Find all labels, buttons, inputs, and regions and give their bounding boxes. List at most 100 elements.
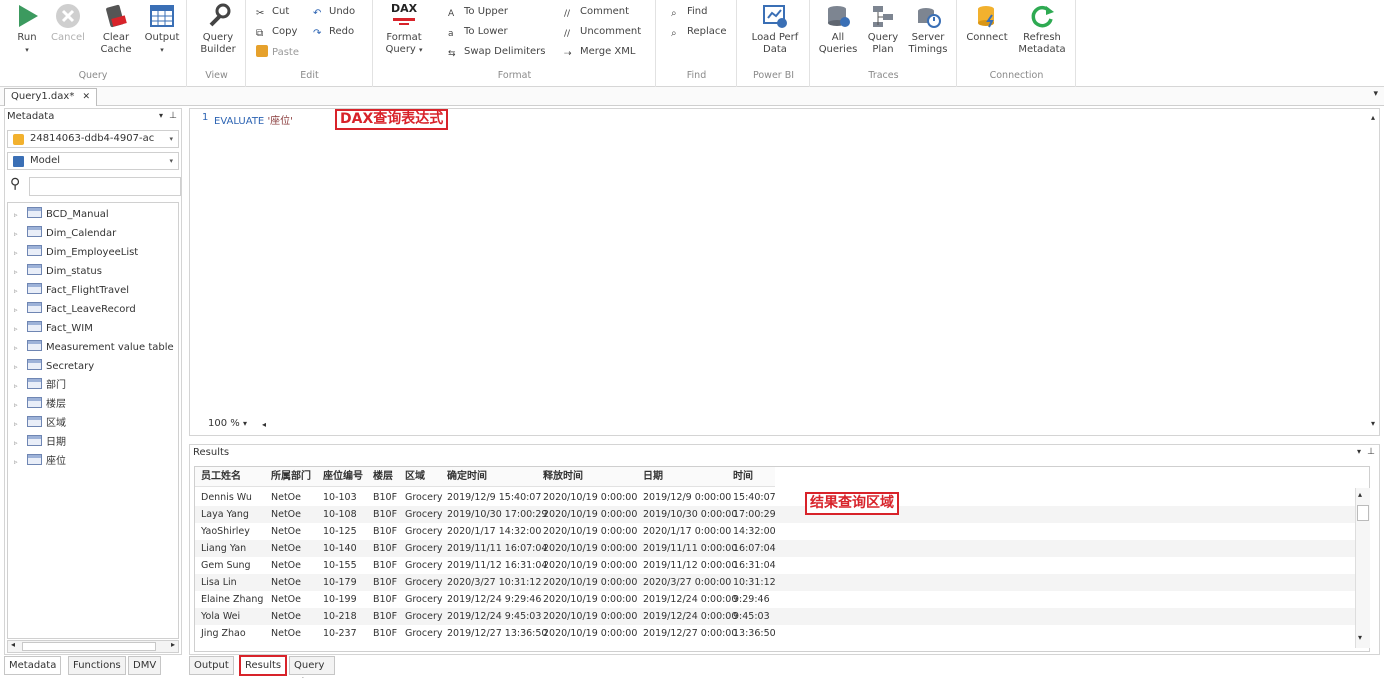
tab-query-history[interactable]: Query History <box>289 656 335 678</box>
server-timings-button[interactable]: Server Timings <box>905 3 951 56</box>
tree-item-table[interactable]: ▹ Fact_WIM <box>14 320 93 338</box>
expand-icon[interactable]: ▹ <box>14 396 24 414</box>
panel-dropdown-icon[interactable]: ▾ <box>159 111 163 120</box>
scroll-right-icon[interactable]: ▸ <box>171 640 175 649</box>
column-header[interactable]: 确定时间 <box>447 469 487 485</box>
output-button[interactable]: Output ▾ <box>140 3 184 56</box>
run-button[interactable]: Run ▾ <box>8 3 46 56</box>
merge-xml-button[interactable]: ⇢ Merge XML <box>564 45 635 59</box>
tab-dmv[interactable]: DMV <box>128 656 162 675</box>
model-select[interactable]: Model ▾ <box>7 152 179 170</box>
undo-button[interactable]: ↶ Undo <box>313 5 355 19</box>
expand-icon[interactable]: ▹ <box>14 244 24 262</box>
tab-query1[interactable]: Query1.dax* ✕ <box>4 88 98 106</box>
scroll-left-icon[interactable]: ◂ <box>11 640 15 649</box>
tree-item-table[interactable]: ▹ 区域 <box>14 415 66 433</box>
column-header[interactable]: 座位编号 <box>323 469 363 485</box>
expand-icon[interactable]: ▹ <box>14 320 24 338</box>
expand-icon[interactable]: ▹ <box>14 377 24 395</box>
expand-icon[interactable]: ▹ <box>14 358 24 376</box>
expand-icon[interactable]: ▹ <box>14 206 24 224</box>
expand-icon[interactable]: ▹ <box>14 225 24 243</box>
tree-item-table[interactable]: ▹ 日期 <box>14 434 66 452</box>
tree-item-table[interactable]: ▹ Secretary <box>14 358 94 376</box>
table-row[interactable]: Lisa Lin NetOe 10-179 B10F Grocery 2020/3/27 … <box>195 574 1355 591</box>
table-row[interactable]: Laya Yang NetOe 10-108 B10F Grocery 2019/10/3… <box>195 506 1355 523</box>
tab-functions[interactable]: Functions <box>68 656 126 675</box>
cut-button[interactable]: ✂ Cut <box>256 5 289 19</box>
vertical-scrollbar[interactable]: ▴ ▾ <box>1355 488 1370 648</box>
tree-item-table[interactable]: ▹ 座位 <box>14 453 66 471</box>
scroll-up-icon[interactable]: ▴ <box>1371 113 1375 122</box>
tab-output[interactable]: Output <box>189 656 234 675</box>
tab-list-dropdown-icon[interactable]: ▾ <box>1373 89 1378 99</box>
column-header[interactable]: 楼层 <box>373 469 393 485</box>
column-header[interactable]: 所属部门 <box>271 469 311 485</box>
column-header[interactable]: 员工姓名 <box>201 469 241 485</box>
tab-metadata[interactable]: Metadata <box>4 656 62 675</box>
tree-item-table[interactable]: ▹ Dim_EmployeeList <box>14 244 138 262</box>
cancel-button[interactable]: Cancel <box>48 3 88 44</box>
paste-button[interactable]: Paste <box>256 45 299 59</box>
table-row[interactable]: Dennis Wu NetOe 10-103 B10F Grocery 2019/12/9… <box>195 489 1355 506</box>
expand-icon[interactable]: ▹ <box>14 434 24 452</box>
load-perf-data-button[interactable]: Load Perf Data <box>748 3 802 56</box>
database-select[interactable]: 24814063-ddb4-4907-ac ▾ <box>7 130 179 148</box>
scroll-left-icon[interactable]: ◂ <box>262 420 266 429</box>
query-plan-button[interactable]: Query Plan <box>861 3 905 56</box>
format-query-button[interactable]: DAX Format Query ▾ <box>382 3 426 56</box>
table-row[interactable]: Liang Yan NetOe 10-140 B10F Grocery 2019/11/1… <box>195 540 1355 557</box>
horizontal-scrollbar[interactable]: ◂ ▸ <box>7 640 179 653</box>
expand-icon[interactable]: ▹ <box>14 415 24 433</box>
connect-button[interactable]: Connect <box>964 3 1010 44</box>
table-row[interactable]: Jing Zhao NetOe 10-237 B10F Grocery 2019/12/2… <box>195 625 1355 642</box>
column-header[interactable]: 区域 <box>405 469 425 485</box>
replace-button[interactable]: ⌕ Replace <box>671 25 727 39</box>
to-lower-button[interactable]: a To Lower <box>448 25 508 39</box>
close-icon[interactable]: ✕ <box>83 92 91 102</box>
table-row[interactable]: Gem Sung NetOe 10-155 B10F Grocery 2019/11/12… <box>195 557 1355 574</box>
scroll-down-icon[interactable]: ▾ <box>1371 419 1375 428</box>
tree-item-table[interactable]: ▹ 部门 <box>14 377 66 395</box>
tree-item-table[interactable]: ▹ Fact_FlightTravel <box>14 282 129 300</box>
zoom-indicator[interactable]: 100 % ▾ <box>208 418 247 429</box>
column-header[interactable]: 日期 <box>643 469 663 485</box>
table-row[interactable]: Elaine Zhang NetOe 10-199 B10F Grocery 2019/1… <box>195 591 1355 608</box>
to-upper-button[interactable]: A To Upper <box>448 5 508 19</box>
uncomment-button[interactable]: // Uncomment <box>564 25 641 39</box>
zoom-dropdown-icon[interactable]: ▾ <box>243 419 247 428</box>
panel-dropdown-icon[interactable]: ▾ <box>1357 447 1361 456</box>
all-queries-button[interactable]: All Queries <box>815 3 861 56</box>
column-header[interactable]: 释放时间 <box>543 469 583 485</box>
refresh-metadata-button[interactable]: Refresh Metadata <box>1016 3 1068 56</box>
column-header[interactable]: 时间 <box>733 469 753 485</box>
tree-item-table[interactable]: ▹ 楼层 <box>14 396 66 414</box>
query-builder-button[interactable]: Query Builder <box>196 3 240 56</box>
comment-button[interactable]: // Comment <box>564 5 629 19</box>
scrollbar-thumb[interactable] <box>22 642 156 651</box>
clear-cache-button[interactable]: Clear Cache <box>96 3 136 56</box>
expand-icon[interactable]: ▹ <box>14 263 24 281</box>
tree-item-table[interactable]: ▹ BCD_Manual <box>14 206 109 224</box>
tab-results[interactable]: Results <box>239 655 288 676</box>
expand-icon[interactable]: ▹ <box>14 282 24 300</box>
scroll-up-icon[interactable]: ▴ <box>1358 490 1362 499</box>
tree-item-table[interactable]: ▹ Dim_status <box>14 263 102 281</box>
expand-icon[interactable]: ▹ <box>14 339 24 357</box>
expand-icon[interactable]: ▹ <box>14 453 24 471</box>
expand-icon[interactable]: ▹ <box>14 301 24 319</box>
swap-delimiters-button[interactable]: ⇆ Swap Delimiters <box>448 45 546 59</box>
tree-item-table[interactable]: ▹ Dim_Calendar <box>14 225 116 243</box>
pin-icon[interactable]: ⊥ <box>1367 447 1375 457</box>
find-button[interactable]: ⌕ Find <box>671 5 708 19</box>
tree-item-table[interactable]: ▹ Measurement value table <box>14 339 174 357</box>
copy-button[interactable]: ⧉ Copy <box>256 25 297 39</box>
metadata-search-input[interactable] <box>29 177 181 196</box>
query-editor[interactable]: 1 EVALUATE '座位' DAX查询表达式 ▴ ▾ 100 % ▾ ◂ <box>189 108 1380 436</box>
tree-item-table[interactable]: ▹ Fact_LeaveRecord <box>14 301 136 319</box>
redo-button[interactable]: ↷ Redo <box>313 25 354 39</box>
table-row[interactable]: Yola Wei NetOe 10-218 B10F Grocery 2019/12/24… <box>195 608 1355 625</box>
pin-icon[interactable]: ⊥ <box>169 111 177 121</box>
scroll-down-icon[interactable]: ▾ <box>1358 633 1362 642</box>
scrollbar-thumb[interactable] <box>1357 505 1369 521</box>
